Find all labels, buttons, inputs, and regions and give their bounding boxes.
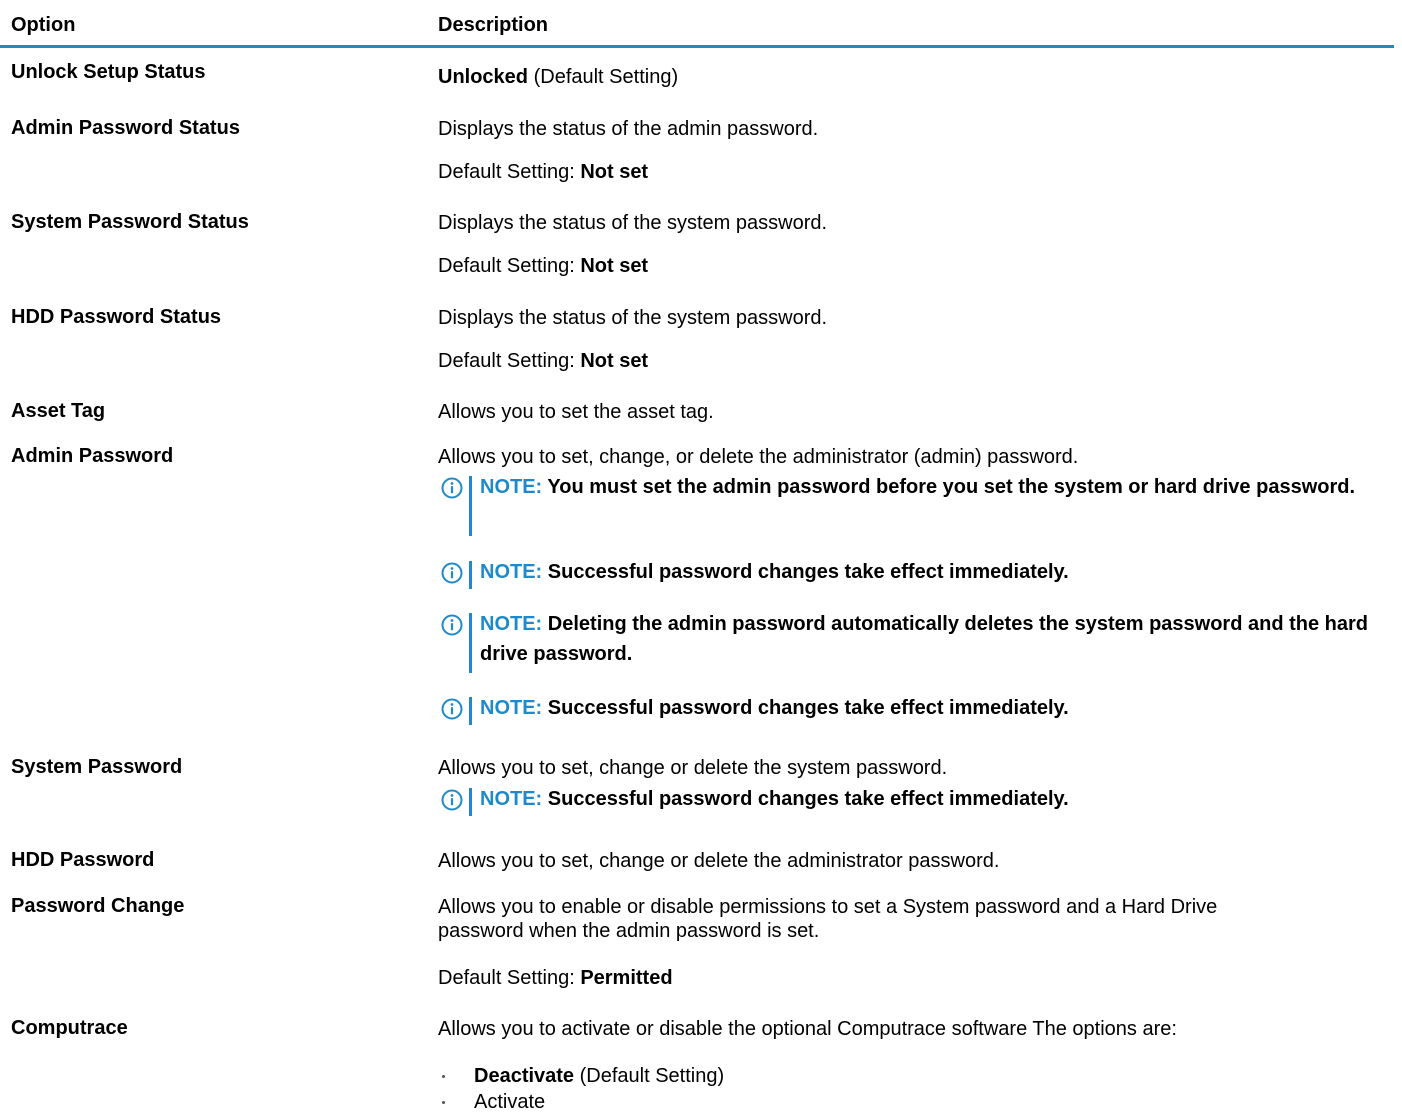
note-body: Successful password changes take effect … bbox=[547, 788, 1069, 810]
option-name: HDD Password bbox=[11, 849, 155, 871]
option-name: System Password Status bbox=[11, 211, 249, 233]
option-name: HDD Password Status bbox=[11, 306, 222, 328]
list-item-rest: (Default Setting) bbox=[574, 1065, 725, 1087]
note-text: NOTE: Successful password changes take e… bbox=[480, 784, 1400, 814]
note-label: NOTE: bbox=[480, 788, 548, 810]
option-name: Unlock Setup Status bbox=[11, 61, 206, 83]
option-description: Allows you to set, change or delete the … bbox=[438, 850, 1000, 872]
default-value: Not set bbox=[580, 161, 649, 183]
note-text: NOTE: Deleting the admin password automa… bbox=[480, 609, 1400, 669]
note-label: NOTE: bbox=[480, 561, 548, 583]
table-header: Option Description bbox=[0, 0, 1394, 48]
option-description: Allows you to set, change or delete the … bbox=[438, 757, 948, 779]
note-label: NOTE: bbox=[480, 697, 548, 719]
info-circle-icon bbox=[441, 562, 463, 584]
option-description: Allows you to set the asset tag. bbox=[438, 401, 714, 423]
info-circle-icon bbox=[441, 698, 463, 720]
note-bar bbox=[469, 476, 472, 536]
list-item-text: Activate bbox=[474, 1090, 545, 1114]
note-body: You must set the admin password before y… bbox=[547, 476, 1356, 498]
note-callout: NOTE: Successful password changes take e… bbox=[441, 697, 1391, 725]
info-circle-icon bbox=[441, 789, 463, 811]
note-text: NOTE: Successful password changes take e… bbox=[480, 693, 1400, 723]
list-item-text: Deactivate (Default Setting) bbox=[474, 1064, 724, 1088]
note-callout: NOTE: You must set the admin password be… bbox=[441, 476, 1391, 536]
note-body: Deleting the admin password automaticall… bbox=[480, 613, 1368, 665]
option-description: Displays the status of the system passwo… bbox=[438, 212, 828, 234]
note-text: NOTE: You must set the admin password be… bbox=[480, 472, 1400, 502]
default-value: Permitted bbox=[580, 967, 673, 989]
option-description: Displays the status of the admin passwor… bbox=[438, 118, 819, 140]
option-description: Allows you to set, change, or delete the… bbox=[438, 446, 1079, 468]
note-bar bbox=[469, 697, 472, 725]
default-value: Not set bbox=[580, 255, 649, 277]
note-callout: NOTE: Successful password changes take e… bbox=[441, 788, 1391, 816]
note-callout: NOTE: Successful password changes take e… bbox=[441, 561, 1391, 589]
option-name: Asset Tag bbox=[11, 400, 106, 422]
note-bar bbox=[469, 788, 472, 816]
option-name: System Password bbox=[11, 756, 183, 778]
option-name: Admin Password Status bbox=[11, 117, 240, 139]
default-label: Default Setting: bbox=[438, 350, 581, 372]
header-description: Description bbox=[438, 14, 549, 36]
note-callout: NOTE: Deleting the admin password automa… bbox=[441, 613, 1391, 673]
option-name: Admin Password bbox=[11, 445, 174, 467]
note-bar bbox=[469, 561, 472, 589]
bullet bbox=[442, 1101, 445, 1104]
note-body: Successful password changes take effect … bbox=[547, 561, 1069, 583]
option-name: Password Change bbox=[11, 895, 185, 917]
option-description: Allows you to enable or disable permissi… bbox=[438, 895, 1388, 943]
note-label: NOTE: bbox=[480, 476, 548, 498]
value-bold: Unlocked bbox=[438, 66, 529, 88]
default-label: Default Setting: bbox=[438, 967, 581, 989]
value-rest: (Default Setting) bbox=[528, 66, 679, 88]
info-circle-icon bbox=[441, 477, 463, 499]
default-label: Default Setting: bbox=[438, 161, 581, 183]
note-label: NOTE: bbox=[480, 613, 548, 635]
default-setting: Default Setting: Not set bbox=[438, 160, 1388, 184]
default-value: Not set bbox=[580, 350, 649, 372]
default-setting: Default Setting: Permitted bbox=[438, 966, 1388, 990]
option-description: Displays the status of the system passwo… bbox=[438, 307, 828, 329]
option-description: Allows you to activate or disable the op… bbox=[438, 1018, 1177, 1040]
default-setting: Default Setting: Not set bbox=[438, 349, 1388, 373]
list-item-rest: Activate bbox=[474, 1091, 546, 1113]
note-text: NOTE: Successful password changes take e… bbox=[480, 557, 1400, 587]
header-option: Option bbox=[11, 14, 76, 36]
options-table: Option Description Unlock Setup Status U… bbox=[0, 0, 1394, 1113]
bullet bbox=[442, 1075, 445, 1078]
option-name: Computrace bbox=[11, 1017, 128, 1039]
note-body: Successful password changes take effect … bbox=[547, 697, 1069, 719]
default-setting: Default Setting: Not set bbox=[438, 254, 1388, 278]
description-line-1: Allows you to enable or disable permissi… bbox=[438, 896, 1218, 918]
note-bar bbox=[469, 613, 472, 673]
default-label: Default Setting: bbox=[438, 255, 581, 277]
description-line-2: password when the admin password is set. bbox=[438, 920, 820, 942]
info-circle-icon bbox=[441, 614, 463, 636]
option-description: Unlocked (Default Setting) bbox=[438, 65, 1388, 89]
list-item-bold: Deactivate bbox=[474, 1065, 575, 1087]
